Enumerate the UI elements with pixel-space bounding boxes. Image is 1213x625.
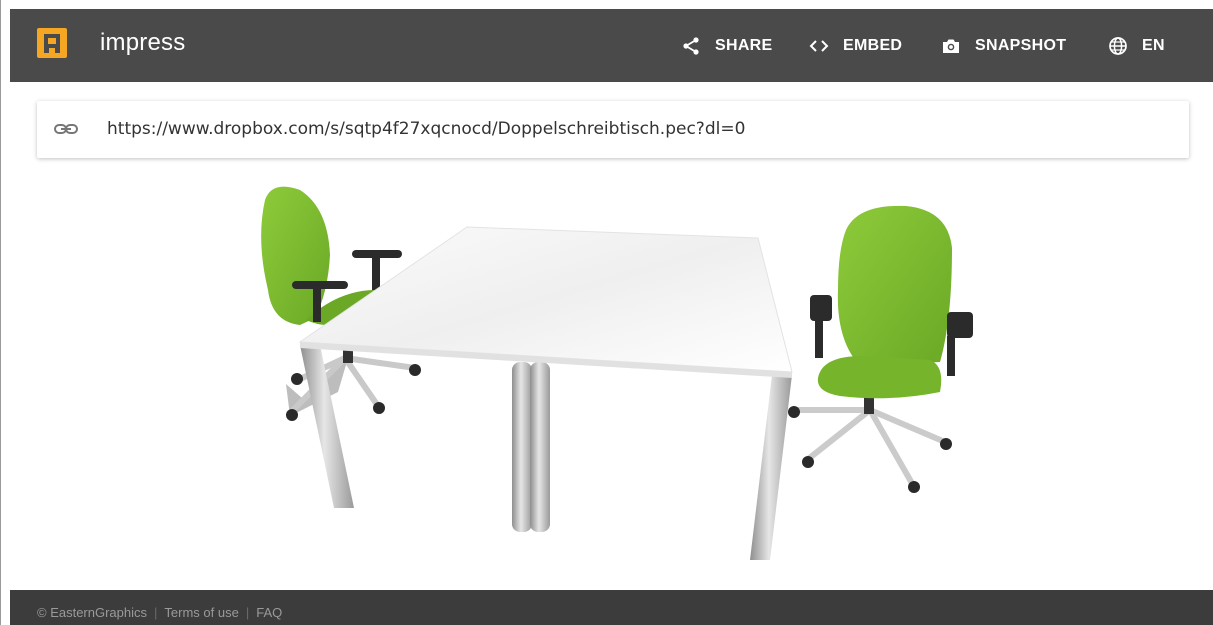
app-header: impress SHARE EMBED SNAPSHOT EN xyxy=(10,9,1213,82)
camera-icon xyxy=(943,39,959,53)
share-button[interactable]: SHARE xyxy=(681,9,773,82)
share-label: SHARE xyxy=(715,36,773,54)
url-bar xyxy=(37,101,1189,158)
url-input[interactable] xyxy=(107,101,1167,158)
app-window: impress SHARE EMBED SNAPSHOT EN https://… xyxy=(0,0,1213,625)
share-icon xyxy=(683,36,699,55)
3d-viewer[interactable] xyxy=(10,170,1213,590)
table-legs xyxy=(300,345,792,560)
app-footer: © EasternGraphics | Terms of use | FAQ xyxy=(10,590,1213,625)
language-button[interactable]: EN xyxy=(1108,9,1165,82)
embed-label: EMBED xyxy=(843,36,903,54)
footer-links: © EasternGraphics | Terms of use | FAQ xyxy=(37,605,282,620)
app-title: impress xyxy=(100,29,186,56)
furniture-scene xyxy=(261,186,973,560)
snapshot-button[interactable]: SNAPSHOT xyxy=(941,9,1066,82)
embed-button[interactable]: EMBED xyxy=(809,9,902,82)
link-icon xyxy=(54,124,78,134)
faq-link[interactable]: FAQ xyxy=(256,605,282,620)
globe-icon xyxy=(1109,36,1127,55)
impress-logo-icon[interactable] xyxy=(37,28,67,58)
snapshot-label: SNAPSHOT xyxy=(975,36,1067,54)
top-strip xyxy=(1,0,1213,9)
code-icon xyxy=(809,39,829,52)
right-office-chair xyxy=(788,205,973,493)
footer-separator: | xyxy=(154,605,158,620)
terms-of-use-link[interactable]: Terms of use xyxy=(164,605,238,620)
table-top xyxy=(298,226,793,378)
footer-separator: | xyxy=(245,605,250,620)
copyright-text: © EasternGraphics xyxy=(37,605,148,620)
language-label: EN xyxy=(1142,36,1165,54)
